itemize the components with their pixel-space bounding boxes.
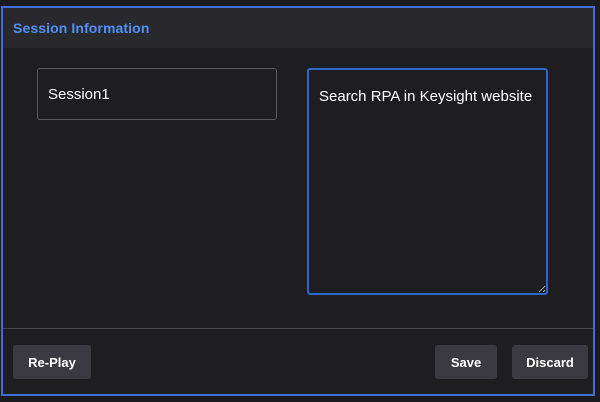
dialog-header: Session Information [3,8,593,48]
session-name-input[interactable] [37,68,277,120]
dialog-footer: Re-Play Save Discard [3,329,593,394]
dialog-title: Session Information [13,20,150,36]
session-information-dialog: Session Information Search RPA in Keysig… [1,6,595,396]
save-button[interactable]: Save [435,345,497,379]
dialog-body: Search RPA in Keysight website [3,48,593,328]
replay-button[interactable]: Re-Play [13,345,91,379]
discard-button[interactable]: Discard [512,345,588,379]
session-description-textarea[interactable]: Search RPA in Keysight website [307,68,548,295]
